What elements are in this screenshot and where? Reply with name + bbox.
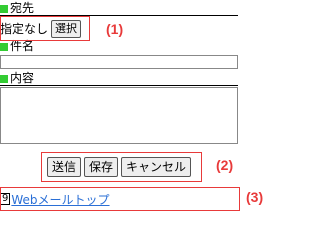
body-heading: 内容 (10, 71, 35, 85)
body-header-rule (0, 85, 238, 86)
to-header: 宛先 (0, 2, 238, 15)
highlight-box-3 (0, 187, 240, 211)
body-header: 内容 (0, 72, 238, 85)
green-square-icon (0, 74, 8, 83)
green-square-icon (0, 42, 8, 51)
callout-2: (2) (216, 157, 234, 173)
subject-header: 件名 (0, 40, 238, 53)
green-square-icon (0, 4, 8, 13)
subject-input[interactable] (0, 55, 238, 69)
body-textarea[interactable] (0, 87, 238, 144)
callout-3: (3) (246, 189, 264, 205)
callout-1: (1) (106, 21, 124, 37)
to-heading: 宛先 (10, 1, 35, 15)
subject-heading: 件名 (10, 39, 35, 53)
highlight-box-2 (41, 152, 202, 182)
highlight-box-1 (0, 16, 90, 41)
